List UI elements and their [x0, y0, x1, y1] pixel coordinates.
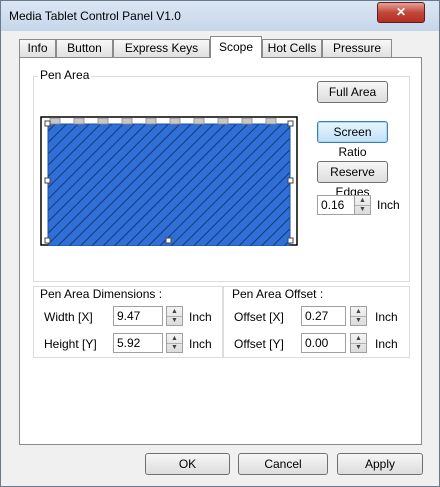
offset-y-label: Offset [Y] [234, 337, 284, 351]
spin-down-icon[interactable]: ▼ [167, 343, 182, 352]
spin-down-icon[interactable]: ▼ [351, 316, 366, 325]
spin-down-icon[interactable]: ▼ [167, 316, 182, 325]
width-input[interactable]: 9.47 [113, 306, 163, 326]
dimensions-group-label: Pen Area Dimensions : [40, 287, 163, 301]
active-area-rect [47, 123, 291, 246]
control-panel-window: Media Tablet Control Panel V1.0 ✕ Info B… [0, 0, 440, 487]
height-spinner[interactable]: ▲ ▼ [166, 333, 183, 353]
reserve-edges-unit: Inch [377, 198, 400, 212]
offset-x-label: Offset [X] [234, 310, 284, 324]
width-unit: Inch [189, 310, 212, 324]
tab-button[interactable]: Button [56, 39, 113, 57]
reserve-edges-button[interactable]: Reserve Edges [317, 161, 388, 199]
full-area-button[interactable]: Full Area [317, 81, 388, 103]
title-bar[interactable]: Media Tablet Control Panel V1.0 ✕ [1, 1, 439, 31]
offset-x-unit: Inch [375, 310, 398, 324]
height-label: Height [Y] [44, 337, 97, 351]
cancel-button[interactable]: Cancel [238, 453, 328, 475]
offset-x-spinner[interactable]: ▲ ▼ [350, 306, 367, 326]
close-icon: ✕ [395, 5, 407, 19]
width-label: Width [X] [44, 310, 93, 324]
spin-down-icon[interactable]: ▼ [351, 343, 366, 352]
offset-x-input[interactable]: 0.27 [301, 306, 346, 326]
width-spinner[interactable]: ▲ ▼ [166, 306, 183, 326]
close-button[interactable]: ✕ [377, 2, 425, 23]
screen-ratio-button[interactable]: Screen Ratio [317, 121, 388, 159]
tab-express-keys[interactable]: Express Keys [113, 39, 210, 57]
tab-hot-cells[interactable]: Hot Cells [262, 39, 322, 57]
pen-area-preview[interactable] [40, 116, 298, 246]
offset-y-spinner[interactable]: ▲ ▼ [350, 333, 367, 353]
reserve-edges-input[interactable]: 0.16 [317, 195, 355, 215]
tab-info[interactable]: Info [19, 39, 56, 57]
tab-pressure[interactable]: Pressure [322, 39, 392, 57]
offset-y-unit: Inch [375, 337, 398, 351]
height-unit: Inch [189, 337, 212, 351]
apply-button[interactable]: Apply [337, 453, 423, 475]
pen-area-group-label: Pen Area [38, 68, 92, 82]
ok-button[interactable]: OK [145, 453, 230, 475]
offset-group-label: Pen Area Offset : [232, 287, 324, 301]
reserve-edges-spinner[interactable]: ▲ ▼ [354, 195, 371, 215]
window-title: Media Tablet Control Panel V1.0 [9, 9, 181, 23]
spin-down-icon[interactable]: ▼ [355, 205, 370, 214]
tab-scope[interactable]: Scope [210, 36, 262, 58]
offset-y-input[interactable]: 0.00 [301, 333, 346, 353]
height-input[interactable]: 5.92 [113, 333, 163, 353]
scope-panel: Pen Area Full Area Screen Ratio Reserve … [19, 57, 422, 445]
